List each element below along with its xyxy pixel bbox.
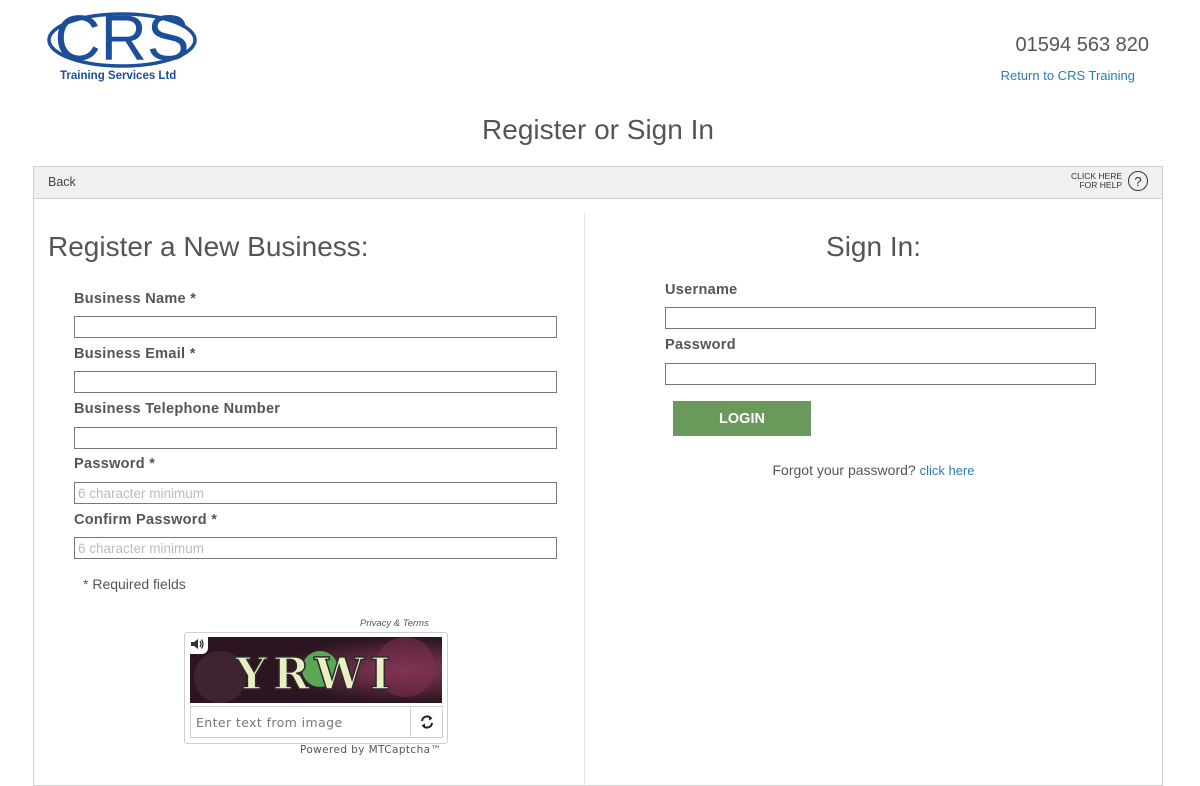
signin-title: Sign In: bbox=[826, 231, 921, 262]
forgot-password-link[interactable]: click here bbox=[920, 463, 975, 478]
captcha-image: YRWI bbox=[190, 637, 442, 703]
register-password-label: Password * bbox=[74, 456, 156, 472]
back-button[interactable]: Back bbox=[48, 175, 76, 189]
phone-number: 01594 563 820 bbox=[1015, 34, 1149, 56]
logo-text: CRS bbox=[54, 4, 189, 74]
business-telephone-input[interactable] bbox=[74, 427, 557, 449]
business-email-label: Business Email * bbox=[74, 346, 196, 362]
crs-logo[interactable]: CRS Training Services Ltd bbox=[46, 4, 198, 86]
captcha-widget: YRWI bbox=[184, 632, 448, 744]
forgot-password-text: Forgot your password? bbox=[772, 462, 916, 478]
signin-password-label: Password bbox=[665, 337, 736, 353]
page-title: Register or Sign In bbox=[482, 114, 714, 145]
captcha-text: YRWI bbox=[234, 649, 396, 700]
help-button[interactable]: CLICK HERE FOR HELP ? bbox=[1071, 171, 1148, 191]
captcha-powered-by: Powered by MTCaptcha™ bbox=[300, 744, 442, 756]
help-line-2: FOR HELP bbox=[1079, 180, 1122, 190]
captcha-privacy-terms-link[interactable]: Privacy & Terms bbox=[360, 618, 429, 629]
forgot-password-row: Forgot your password? click here bbox=[585, 462, 1162, 478]
business-telephone-label: Business Telephone Number bbox=[74, 401, 281, 417]
panel-toolbar: Back CLICK HERE FOR HELP ? bbox=[34, 167, 1162, 199]
required-fields-note: * Required fields bbox=[83, 576, 186, 592]
signin-password-input[interactable] bbox=[665, 363, 1096, 385]
speaker-icon[interactable] bbox=[186, 634, 208, 654]
register-password-input[interactable] bbox=[74, 482, 557, 504]
logo-subtitle: Training Services Ltd bbox=[60, 70, 177, 82]
confirm-password-input[interactable] bbox=[74, 537, 557, 559]
help-label: CLICK HERE FOR HELP bbox=[1071, 171, 1122, 191]
business-name-label: Business Name * bbox=[74, 291, 197, 307]
refresh-icon[interactable] bbox=[410, 706, 443, 738]
username-input[interactable] bbox=[665, 307, 1096, 329]
login-button[interactable]: LOGIN bbox=[673, 401, 811, 436]
username-label: Username bbox=[665, 282, 738, 298]
column-divider bbox=[584, 213, 585, 785]
confirm-password-label: Confirm Password * bbox=[74, 512, 218, 528]
business-email-input[interactable] bbox=[74, 371, 557, 393]
register-signin-panel: Back CLICK HERE FOR HELP ? Register a Ne… bbox=[33, 166, 1163, 786]
return-to-crs-link[interactable]: Return to CRS Training bbox=[1001, 68, 1135, 83]
captcha-image-graphic: YRWI bbox=[190, 637, 442, 703]
crs-logo-mark: CRS bbox=[47, 4, 197, 74]
captcha-input[interactable] bbox=[190, 706, 410, 738]
register-title: Register a New Business: bbox=[48, 231, 369, 262]
question-icon: ? bbox=[1128, 171, 1148, 191]
business-name-input[interactable] bbox=[74, 316, 557, 338]
